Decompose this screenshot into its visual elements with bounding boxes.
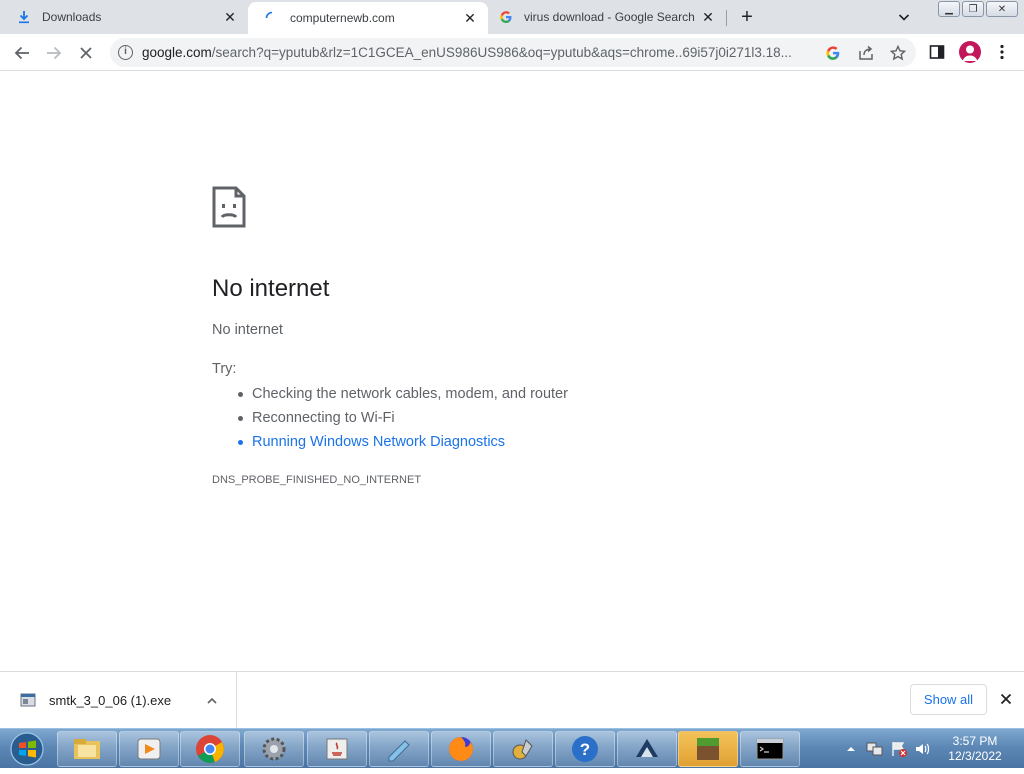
site-info-icon[interactable]: i: [118, 45, 133, 60]
action-center-flag-icon[interactable]: [890, 740, 908, 763]
tab-label: computernewb.com: [290, 11, 395, 25]
minimize-button[interactable]: ▁: [938, 1, 960, 17]
stop-x-icon: [80, 47, 92, 59]
side-panel-icon[interactable]: [927, 42, 947, 62]
cmd-icon[interactable]: [740, 731, 800, 767]
exe-file-icon: [20, 692, 36, 708]
suggestion-list: Checking the network cables, modem, and …: [238, 384, 568, 456]
notepad-icon[interactable]: [369, 731, 429, 767]
tab-separator: [726, 10, 727, 26]
clock-time: 3:57 PM: [952, 734, 998, 748]
back-arrow-icon: [14, 46, 29, 60]
close-tab-icon[interactable]: ✕: [700, 9, 716, 25]
vm-icon[interactable]: [617, 731, 677, 767]
tab-label: virus download - Google Search: [524, 10, 695, 24]
tab-computernewb[interactable]: computernewb.com ✕: [248, 2, 488, 34]
share-icon[interactable]: [857, 44, 875, 62]
window-controls: ▁ ❐ ✕: [938, 1, 1018, 17]
restore-button[interactable]: ❐: [962, 1, 984, 17]
download-item[interactable]: smtk_3_0_06 (1).exe: [0, 672, 237, 729]
forward-arrow-icon: [47, 46, 62, 60]
tab-label: Downloads: [42, 10, 102, 24]
profile-avatar[interactable]: [959, 41, 981, 63]
close-tab-icon[interactable]: ✕: [222, 9, 238, 25]
tab-downloads[interactable]: Downloads ✕: [0, 0, 248, 34]
close-tab-icon[interactable]: ✕: [462, 10, 478, 26]
chrome-icon[interactable]: [180, 731, 240, 767]
url-text[interactable]: google.com/search?q=yputub&rlz=1C1GCEA_e…: [142, 45, 812, 60]
kebab-menu-icon[interactable]: [992, 42, 1012, 62]
google-g-icon: [498, 9, 514, 25]
download-icon: [16, 9, 32, 25]
tools-icon[interactable]: [493, 731, 553, 767]
settings-gear-icon[interactable]: [244, 731, 304, 767]
address-bar[interactable]: i google.com/search?q=yputub&rlz=1C1GCEA…: [110, 38, 916, 67]
windows-taskbar: ? 3:57 PM 12/3/2022: [0, 728, 1024, 768]
start-button[interactable]: [4, 729, 50, 769]
close-window-button[interactable]: ✕: [986, 1, 1018, 17]
stop-button[interactable]: [73, 40, 99, 66]
network-diagnostics-link[interactable]: Running Windows Network Diagnostics: [238, 432, 568, 456]
suggestion-item: Reconnecting to Wi-Fi: [238, 408, 568, 432]
url-path: /search?q=yputub&rlz=1C1GCEA_enUS986US98…: [211, 45, 792, 60]
download-bar: smtk_3_0_06 (1).exe Show all: [0, 671, 1024, 729]
close-download-bar-icon[interactable]: [998, 691, 1014, 707]
tab-search-chevron-icon[interactable]: [896, 9, 912, 25]
offline-document-icon: [212, 186, 246, 228]
help-icon[interactable]: ?: [555, 731, 615, 767]
loading-spinner-icon: [264, 10, 280, 26]
tab-strip: Downloads ✕ computernewb.com ✕ virus dow…: [0, 0, 1024, 34]
suggestion-item: Checking the network cables, modem, and …: [238, 384, 568, 408]
java-icon[interactable]: [307, 731, 367, 767]
tab-google-search[interactable]: virus download - Google Search ✕: [488, 0, 726, 34]
back-button[interactable]: [9, 40, 35, 66]
explorer-icon[interactable]: [57, 731, 117, 767]
error-code: DNS_PROBE_FINISHED_NO_INTERNET: [212, 474, 422, 486]
download-filename: smtk_3_0_06 (1).exe: [49, 693, 172, 708]
minecraft-icon[interactable]: [678, 731, 738, 767]
volume-icon[interactable]: [914, 740, 932, 763]
url-host: google.com: [142, 45, 212, 60]
show-all-button[interactable]: Show all: [910, 684, 987, 715]
forward-button[interactable]: [41, 40, 67, 66]
media-player-icon[interactable]: [119, 731, 179, 767]
new-tab-button[interactable]: +: [737, 7, 757, 27]
firefox-icon[interactable]: [431, 731, 491, 767]
network-tray-icon[interactable]: [866, 740, 884, 763]
google-lens-icon[interactable]: [824, 44, 842, 62]
error-title: No internet: [212, 275, 330, 302]
bookmark-star-icon[interactable]: [889, 44, 907, 62]
error-subtitle: No internet: [212, 322, 283, 338]
tray-expand-icon[interactable]: [846, 741, 856, 759]
try-label: Try:: [212, 361, 237, 377]
chevron-up-icon[interactable]: [205, 694, 219, 708]
taskbar-clock[interactable]: 3:57 PM 12/3/2022: [934, 734, 1016, 764]
svg-text:?: ?: [580, 740, 590, 759]
page-content: No internet No internet Try: Checking th…: [0, 71, 1024, 671]
browser-toolbar: i google.com/search?q=yputub&rlz=1C1GCEA…: [0, 34, 1024, 71]
clock-date: 12/3/2022: [948, 749, 1002, 763]
